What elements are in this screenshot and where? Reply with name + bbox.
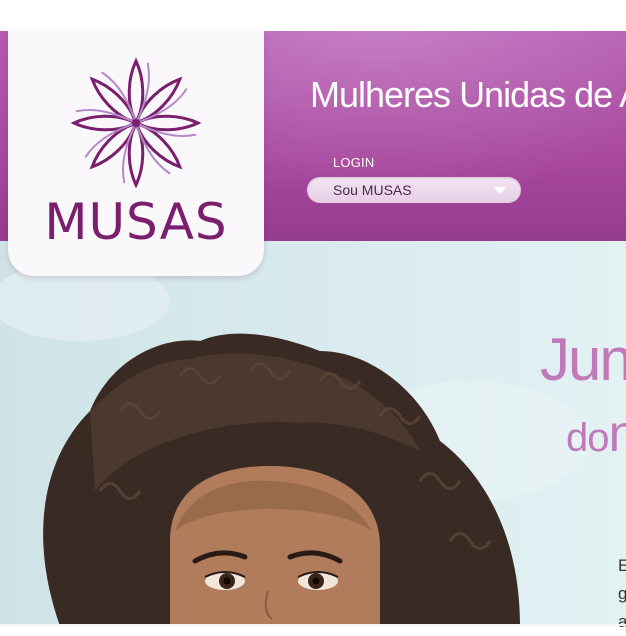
login-type-select[interactable]: Sou MUSAS bbox=[307, 177, 521, 203]
login-label: LOGIN bbox=[333, 155, 374, 170]
hero-subheadline: don bbox=[566, 404, 626, 464]
logo-brand-text: MUSAS bbox=[8, 193, 264, 251]
hero-subheadline-small: do bbox=[566, 416, 609, 460]
hero-paragraph-line: a bbox=[618, 608, 626, 636]
top-blank-bar bbox=[0, 0, 626, 31]
hero-banner bbox=[0, 241, 626, 626]
hero-subheadline-big: n bbox=[609, 405, 626, 463]
hero-headline: Junt bbox=[540, 325, 626, 394]
login-select-value: Sou MUSAS bbox=[333, 182, 412, 198]
musas-flower-logo-icon bbox=[64, 53, 208, 193]
logo-card[interactable]: MUSAS bbox=[8, 31, 264, 276]
hero-paragraph-line: E bbox=[618, 552, 626, 580]
hero-photo bbox=[0, 241, 626, 626]
chevron-down-icon bbox=[493, 187, 507, 194]
site-title: Mulheres Unidas de At bbox=[310, 74, 626, 116]
hero-paragraph-line: g bbox=[618, 580, 626, 608]
